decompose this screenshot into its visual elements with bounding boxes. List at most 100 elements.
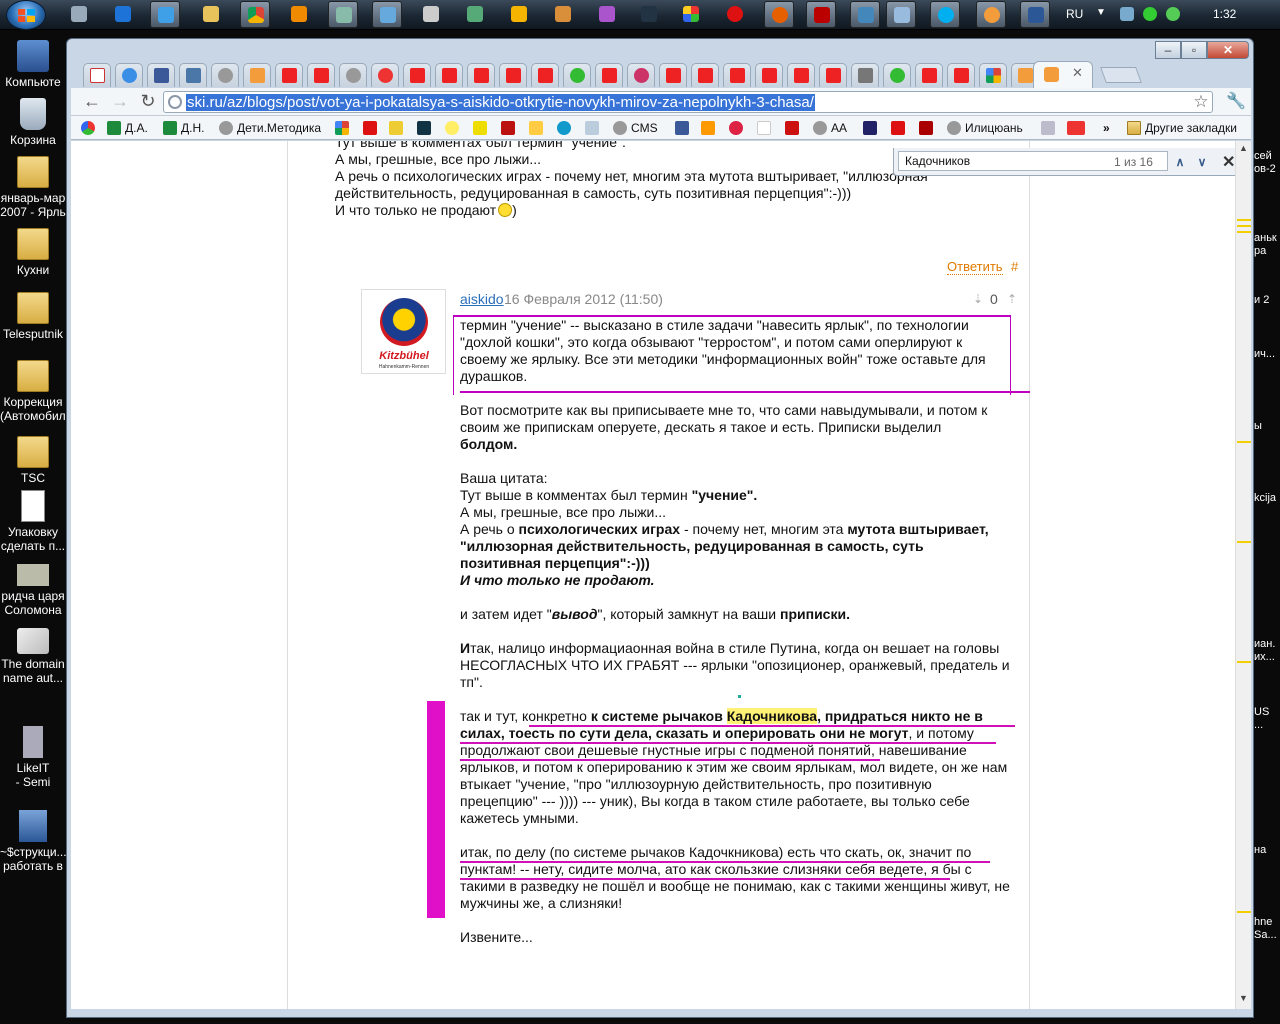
bookmark-icon-17[interactable]	[1067, 119, 1089, 137]
taskbar-save-icon[interactable]	[634, 1, 664, 28]
tab-youtube[interactable]	[915, 63, 943, 87]
tab-facebook[interactable]	[147, 63, 175, 87]
bookmark-da[interactable]: Д.А.	[107, 119, 148, 137]
taskbar-app2-icon[interactable]	[372, 1, 402, 28]
tab-youtube[interactable]	[723, 63, 751, 87]
bookmark-dn[interactable]: Д.Н.	[163, 119, 204, 137]
tab-google[interactable]	[979, 63, 1007, 87]
tab-refresh[interactable]	[627, 63, 655, 87]
new-tab-button[interactable]	[1100, 67, 1142, 83]
bookmark-icon-6[interactable]	[473, 119, 491, 137]
scroll-down-icon[interactable]: ▼	[1239, 993, 1248, 1003]
taskbar-tools-icon[interactable]	[416, 1, 446, 28]
taskbar-opera-icon[interactable]	[720, 1, 750, 28]
tab-globe[interactable]	[211, 63, 239, 87]
bookmarks-more-button[interactable]: »	[1103, 119, 1110, 137]
tab-pause[interactable]	[851, 63, 879, 87]
find-close-icon[interactable]: ✕	[1222, 152, 1235, 172]
bookmark-other[interactable]: Другие закладки	[1127, 119, 1237, 137]
tab-vk[interactable]	[179, 63, 207, 87]
avatar[interactable]: Kitzbühel Hahnenkamm-Rennen	[361, 289, 446, 374]
bookmark-icon-16[interactable]	[1041, 119, 1059, 137]
desktop-icon-word-doc[interactable]: ~$струкци... работать в	[0, 810, 67, 873]
tray-language[interactable]: RU	[1066, 7, 1083, 21]
taskbar-word-icon[interactable]	[1020, 1, 1050, 28]
vote-down-icon[interactable]: ⇣	[973, 292, 983, 306]
tab-youtube[interactable]	[531, 63, 559, 87]
tab-youtube[interactable]	[435, 63, 463, 87]
page-info-icon[interactable]	[168, 95, 182, 109]
desktop-icon-likeit[interactable]: LikeIT - Semi	[0, 726, 66, 789]
desktop-icon-solomon[interactable]: ридча царя Соломона	[0, 564, 66, 617]
taskbar-orb-icon[interactable]	[976, 1, 1006, 28]
bookmark-icon-13[interactable]	[785, 119, 803, 137]
tab-it[interactable]	[115, 63, 143, 87]
bookmark-item[interactable]	[81, 119, 99, 137]
address-bar[interactable]: ski.ru/az/blogs/post/vot-ya-i-pokatalsya…	[163, 91, 1213, 113]
desktop-icon-correction[interactable]: Коррекция (Автомобиль	[0, 360, 72, 423]
tab-globe[interactable]	[339, 63, 367, 87]
forward-button[interactable]: →	[109, 91, 131, 113]
bookmark-icon-14[interactable]	[863, 119, 881, 137]
taskbar-firefox-icon[interactable]	[764, 1, 794, 28]
taskbar-media-icon[interactable]	[504, 1, 534, 28]
bookmark-icon-9[interactable]	[557, 119, 575, 137]
bookmark-icon-2[interactable]	[363, 119, 381, 137]
tab-close-icon[interactable]: ✕	[1072, 65, 1083, 81]
find-prev-icon[interactable]: ∧	[1170, 152, 1190, 172]
bookmark-star-icon[interactable]: ☆	[1190, 92, 1212, 112]
tab-youtube[interactable]	[403, 63, 431, 87]
taskbar-vlc-icon[interactable]	[284, 1, 314, 28]
tray-network-icon[interactable]	[1120, 7, 1134, 21]
taskbar-monitor-icon[interactable]	[460, 1, 490, 28]
taskbar-filezilla-icon[interactable]	[806, 1, 836, 28]
taskbar-picasa-icon[interactable]	[676, 1, 706, 28]
bookmark-icon-5[interactable]	[445, 119, 463, 137]
taskbar-cookie-icon[interactable]	[548, 1, 578, 28]
taskbar-teamviewer-icon[interactable]	[108, 1, 138, 28]
desktop-icon-folder-jan[interactable]: январь-мар 2007 - Ярль	[0, 156, 66, 219]
url-text[interactable]: ski.ru/az/blogs/post/vot-ya-i-pokatalsya…	[186, 94, 815, 111]
bookmark-icon-12[interactable]	[729, 119, 747, 137]
desktop-icon-domain[interactable]: The domain name aut...	[0, 628, 66, 685]
find-next-icon[interactable]: ∨	[1192, 152, 1212, 172]
tab-youtube[interactable]	[467, 63, 495, 87]
tray-expand-icon[interactable]: ▼	[1096, 7, 1110, 21]
taskbar-puzzle-icon[interactable]	[592, 1, 622, 28]
bookmark-icon-1[interactable]	[335, 119, 353, 137]
bookmark-aa[interactable]: AA	[813, 119, 847, 137]
comment-author-link[interactable]: aiskido	[460, 291, 504, 307]
desktop-icon-tsc[interactable]: TSC	[0, 436, 66, 485]
scroll-up-icon[interactable]: ▲	[1239, 143, 1248, 153]
tab-play[interactable]	[883, 63, 911, 87]
desktop-icon-telesputnik[interactable]: Telesputnik	[0, 292, 66, 341]
tab-youtube[interactable]	[595, 63, 623, 87]
tray-status-icon[interactable]	[1143, 7, 1157, 21]
reload-button[interactable]: ↻	[137, 91, 159, 113]
permalink-hash[interactable]: #	[1011, 259, 1018, 274]
tab-youtube[interactable]	[307, 63, 335, 87]
tab-youtube[interactable]	[755, 63, 783, 87]
tab-youtube[interactable]	[787, 63, 815, 87]
desktop-icon-computer[interactable]: Компьюте	[0, 40, 66, 89]
tab-active[interactable]: ✕	[1033, 61, 1093, 88]
bookmark-icon-11[interactable]	[701, 119, 719, 137]
vertical-scrollbar[interactable]: ▲ ▼	[1235, 141, 1251, 1009]
tab-youtube[interactable]	[691, 63, 719, 87]
reply-link[interactable]: Ответить	[947, 259, 1003, 275]
bookmark-icon-3[interactable]	[389, 119, 407, 137]
bookmark-icon-15[interactable]	[919, 119, 937, 137]
tab-youtube[interactable]	[659, 63, 687, 87]
tab-youtube[interactable]	[819, 63, 847, 87]
tab-youtube[interactable]	[499, 63, 527, 87]
bookmark-icon-8[interactable]	[529, 119, 547, 137]
bookmark-icon-10[interactable]	[585, 119, 603, 137]
taskbar-rdp-icon[interactable]	[850, 1, 880, 28]
tray-status2-icon[interactable]	[1166, 7, 1180, 21]
taskbar-explorer-icon[interactable]	[196, 1, 226, 28]
tab-alert[interactable]	[371, 63, 399, 87]
taskbar-app-icon[interactable]	[328, 1, 358, 28]
desktop-icon-packaging[interactable]: Упаковку сделать п...	[0, 490, 66, 553]
bookmark-deti[interactable]: Дети.Методика	[219, 119, 321, 137]
taskbar-calculator-icon[interactable]	[64, 1, 94, 28]
